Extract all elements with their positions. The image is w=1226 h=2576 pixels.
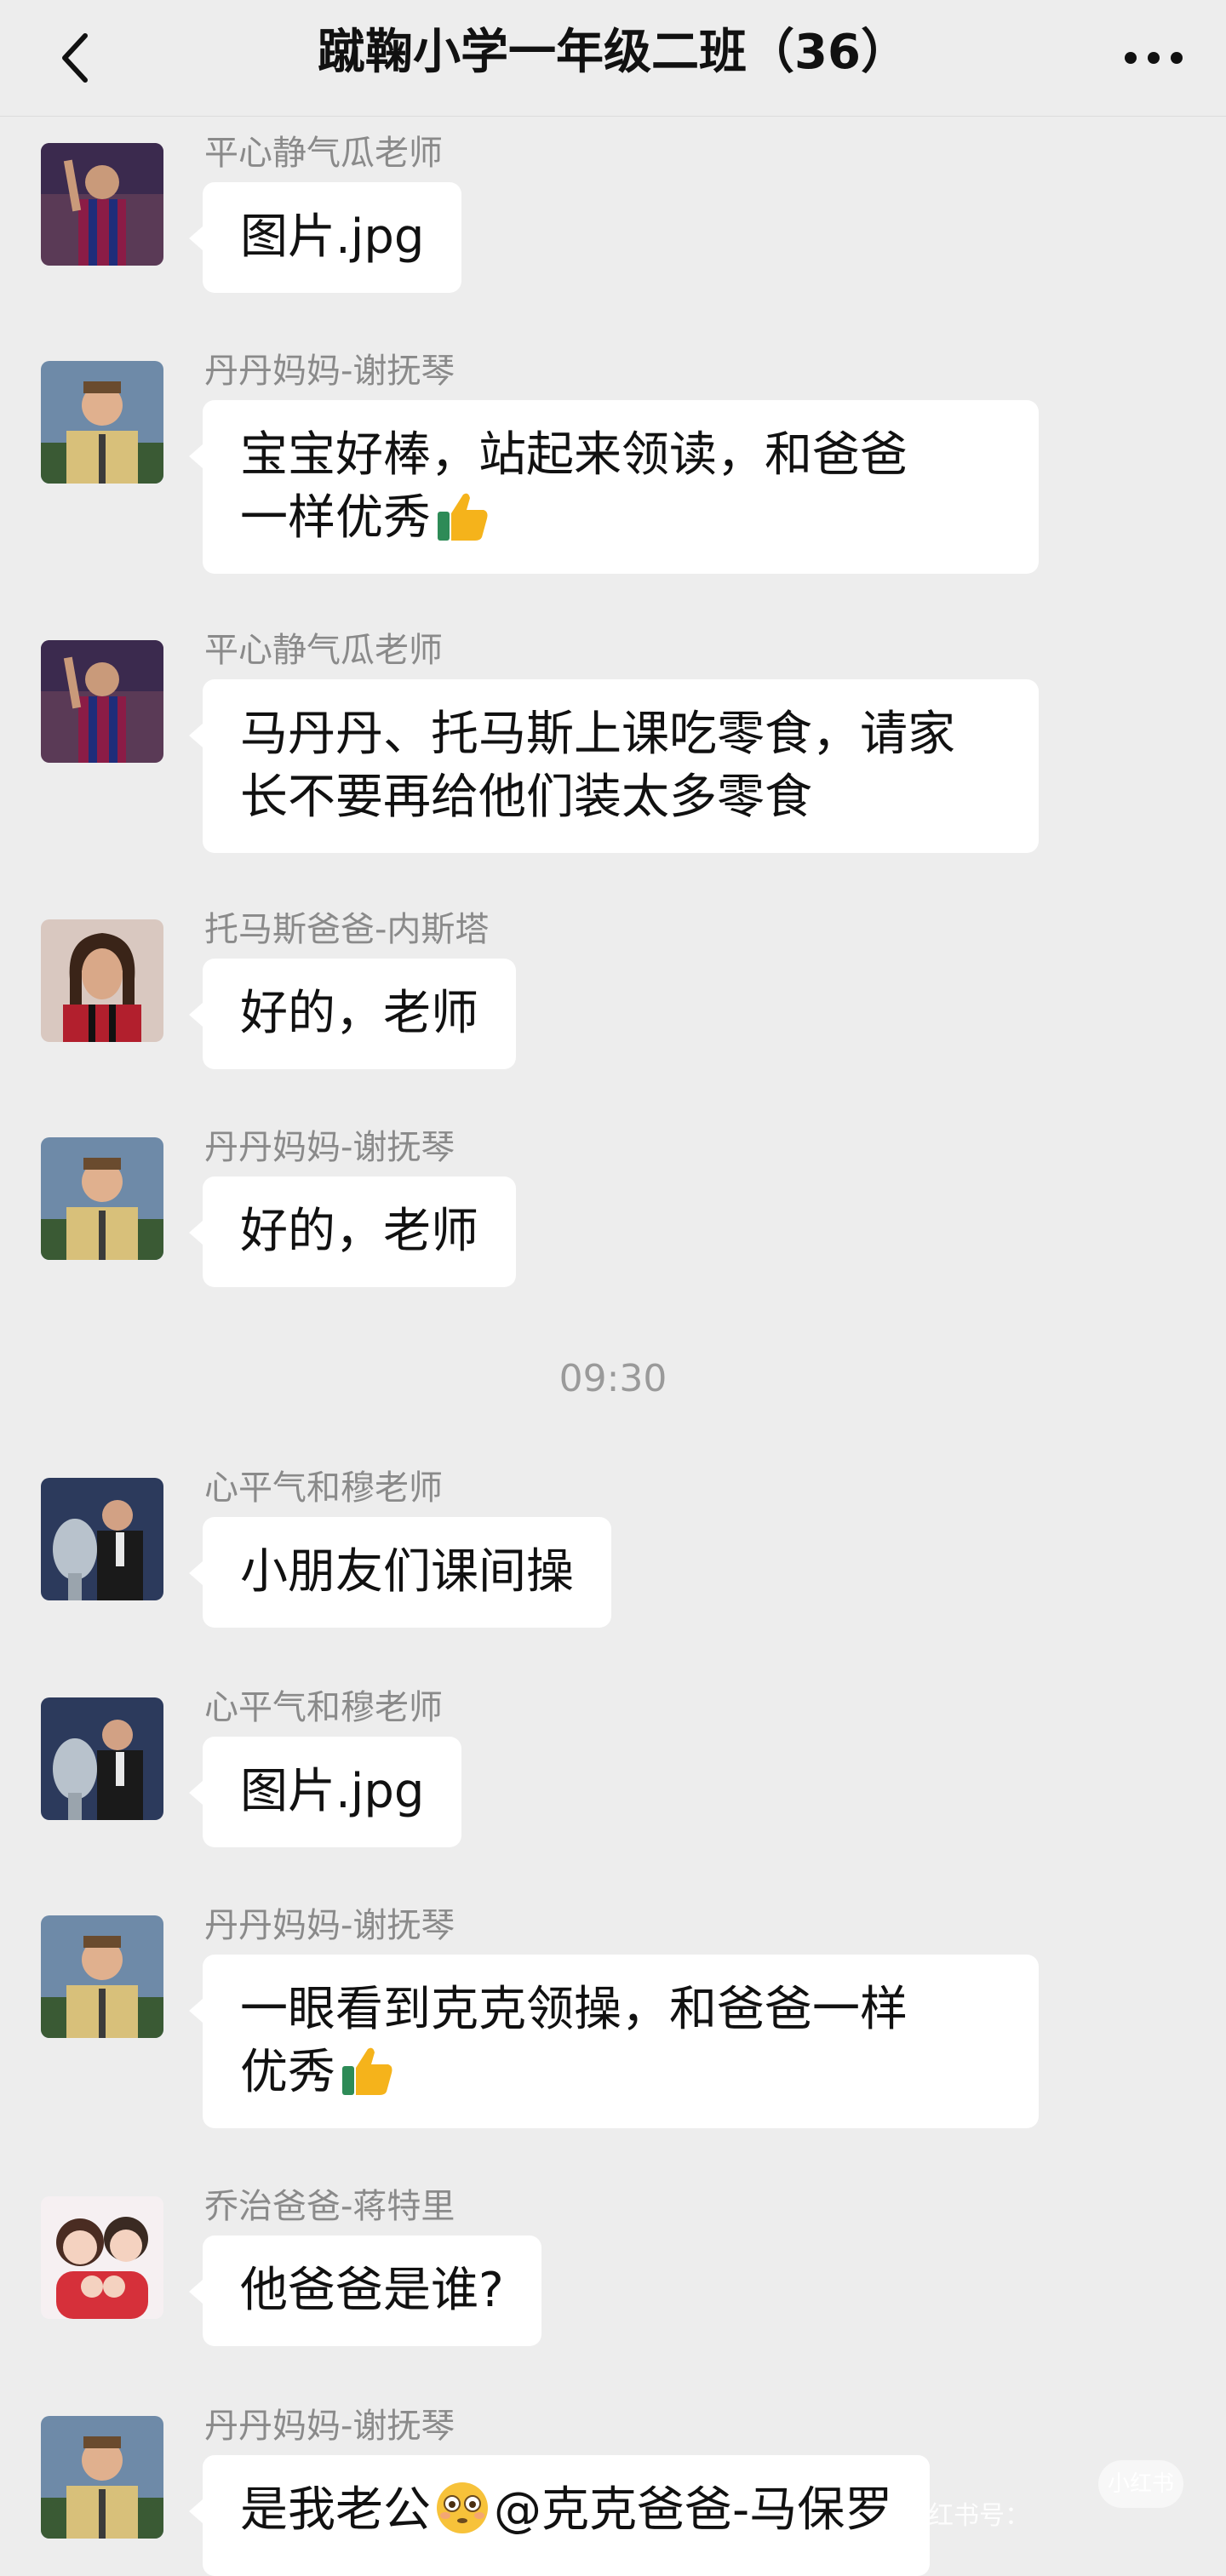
message-bubble[interactable]: 是我老公 @克克爸爸-马保罗: [188, 2455, 931, 2576]
more-button[interactable]: [1115, 24, 1192, 92]
message-text-line: 一眼看到克克领操，和爸爸一样: [240, 1982, 908, 2037]
message-bubble[interactable]: 宝宝好棒，站起来领读，和爸爸 一样优秀: [189, 400, 1039, 574]
sender-name: 心平气和穆老师: [204, 1468, 443, 1508]
message-bubble[interactable]: 好的，老师: [189, 959, 516, 1069]
sender-name: 托马斯爸爸-内斯塔: [204, 910, 490, 949]
message-bubble[interactable]: 他爸爸是谁?: [189, 2235, 541, 2346]
timestamp: 09:30: [559, 1357, 667, 1400]
message-bubble[interactable]: 图片.jpg: [188, 1737, 462, 1847]
avatar[interactable]: [41, 1915, 163, 2038]
thumbs-up-emoji: [438, 493, 488, 541]
sender-name: 丹丹妈妈-谢抚琴: [204, 352, 455, 391]
message-text: 他爸爸是谁?: [240, 2263, 504, 2318]
message-bubble[interactable]: 图片.jpg: [188, 182, 462, 293]
message-text: 图片.jpg: [240, 1764, 425, 1819]
sender-name: 丹丹妈妈-谢抚琴: [204, 1906, 455, 1945]
avatar[interactable]: [41, 1478, 163, 1600]
message-text: 好的，老师: [240, 1204, 478, 1259]
avatar[interactable]: [41, 1137, 163, 1260]
watermark-logo: 小红书: [1098, 2460, 1183, 2508]
message-text-line: 马丹丹、托马斯上课吃零食，请家: [240, 707, 955, 762]
message-bubble[interactable]: 小朋友们课间操: [189, 1517, 611, 1628]
avatar[interactable]: [41, 2196, 163, 2319]
avatar[interactable]: [41, 2416, 163, 2539]
avatar[interactable]: [41, 143, 163, 266]
thumbs-up-emoji: [342, 2047, 392, 2095]
chat-title: 蹴鞠小学一年级二班（36）: [318, 25, 908, 80]
message-bubble[interactable]: 好的，老师: [189, 1176, 516, 1287]
sender-name: 心平气和穆老师: [204, 1688, 443, 1727]
message-text-line: 优秀: [240, 2045, 335, 2100]
message-bubble[interactable]: 一眼看到克克领操，和爸爸一样 优秀: [189, 1955, 1039, 2128]
avatar[interactable]: [41, 640, 163, 763]
mention-text[interactable]: @克克爸爸-马保罗: [494, 2482, 892, 2538]
sender-name: 平心静气瓜老师: [204, 631, 443, 670]
message-text: 好的，老师: [240, 986, 478, 1041]
message-text: 小朋友们课间操: [240, 1544, 574, 1600]
chat-header: 蹴鞠小学一年级二班（36）: [0, 0, 1226, 117]
flushed-face-emoji: [437, 2482, 488, 2533]
message-text-line: 宝宝好棒，站起来领读，和爸爸: [240, 427, 908, 483]
message-text: 图片.jpg: [240, 209, 425, 265]
watermark-text: 小红书号：: [902, 2501, 1030, 2531]
sender-name: 平心静气瓜老师: [204, 134, 443, 173]
message-text: 是我老公: [240, 2482, 431, 2538]
avatar[interactable]: [41, 1697, 163, 1820]
message-text-line: 一样优秀: [240, 490, 431, 546]
sender-name: 丹丹妈妈-谢抚琴: [204, 1128, 455, 1167]
message-bubble[interactable]: 马丹丹、托马斯上课吃零食，请家 长不要再给他们装太多零食: [189, 679, 1039, 853]
avatar[interactable]: [41, 919, 163, 1042]
avatar[interactable]: [41, 361, 163, 484]
message-text-line: 长不要再给他们装太多零食: [240, 770, 812, 825]
more-dots-icon: [1125, 52, 1183, 64]
sender-name: 乔治爸爸-蒋特里: [204, 2187, 455, 2226]
sender-name: 丹丹妈妈-谢抚琴: [204, 2407, 455, 2446]
